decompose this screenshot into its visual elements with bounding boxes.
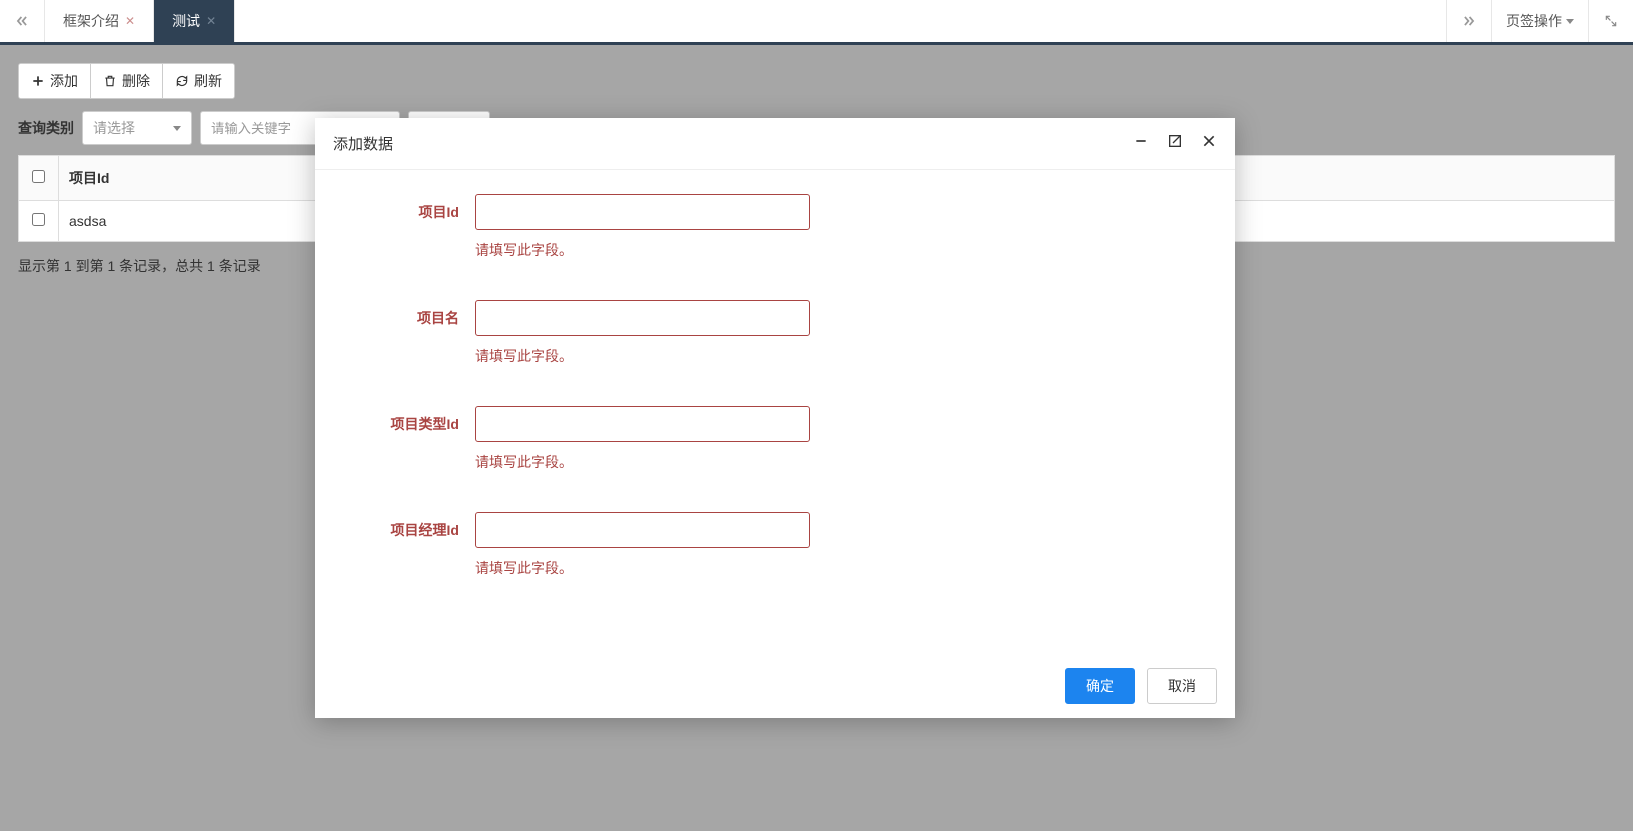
field-label: 项目Id xyxy=(345,194,475,222)
chevron-down-icon xyxy=(173,126,181,131)
form-row: 项目经理Id 请填写此字段。 xyxy=(345,512,1205,578)
fullscreen-toggle[interactable] xyxy=(1588,0,1633,42)
delete-label: 删除 xyxy=(122,71,150,91)
tab-operations-dropdown[interactable]: 页签操作 xyxy=(1491,0,1588,42)
toolbar: 添加 删除 刷新 xyxy=(18,63,235,99)
field-label: 项目类型Id xyxy=(345,406,475,434)
row-checkbox[interactable] xyxy=(32,213,45,226)
form-row: 项目名 请填写此字段。 xyxy=(345,300,1205,366)
add-data-modal: 添加数据 项目Id 请填写此字段。 项目名 请填写此字段。 xyxy=(315,118,1235,718)
expand-icon xyxy=(1604,14,1618,28)
field-error: 请填写此字段。 xyxy=(475,558,810,578)
tab-item[interactable]: 框架介绍 ✕ xyxy=(45,0,154,42)
field-error: 请填写此字段。 xyxy=(475,240,810,260)
field-label: 项目经理Id xyxy=(345,512,475,540)
trash-icon xyxy=(103,74,117,88)
field-label: 项目名 xyxy=(345,300,475,328)
delete-button[interactable]: 删除 xyxy=(91,64,163,98)
modal-title: 添加数据 xyxy=(333,133,393,154)
tab-bar: 框架介绍 ✕ 测试 ✕ 页签操作 xyxy=(0,0,1633,45)
project-name-input[interactable] xyxy=(475,300,810,336)
refresh-icon xyxy=(175,74,189,88)
tab-label: 测试 xyxy=(172,11,200,31)
form-row: 项目Id 请填写此字段。 xyxy=(345,194,1205,260)
add-label: 添加 xyxy=(50,71,78,91)
tabs-scroll-right[interactable] xyxy=(1446,0,1491,42)
tab-item[interactable]: 测试 ✕ xyxy=(154,0,235,42)
select-all-checkbox[interactable] xyxy=(32,170,45,183)
chevrons-left-icon xyxy=(15,14,29,28)
cancel-button[interactable]: 取消 xyxy=(1147,668,1217,704)
close-icon[interactable]: ✕ xyxy=(125,14,135,28)
tabs-list: 框架介绍 ✕ 测试 ✕ xyxy=(45,0,1446,42)
field-error: 请填写此字段。 xyxy=(475,452,810,472)
chevrons-right-icon xyxy=(1462,14,1476,28)
maximize-button[interactable] xyxy=(1167,133,1183,154)
tab-label: 框架介绍 xyxy=(63,11,119,31)
project-id-input[interactable] xyxy=(475,194,810,230)
tabs-scroll-left[interactable] xyxy=(0,0,45,42)
form-row: 项目类型Id 请填写此字段。 xyxy=(345,406,1205,472)
chevron-down-icon xyxy=(1566,19,1574,24)
confirm-label: 确定 xyxy=(1086,676,1114,696)
close-icon[interactable]: ✕ xyxy=(206,14,216,28)
cancel-label: 取消 xyxy=(1168,676,1196,696)
modal-window-controls xyxy=(1133,133,1217,154)
search-category-label: 查询类别 xyxy=(18,118,74,138)
minimize-button[interactable] xyxy=(1133,133,1149,154)
modal-footer: 确定 取消 xyxy=(315,654,1235,718)
row-select-cell xyxy=(19,201,59,242)
category-select[interactable]: 请选择 xyxy=(82,111,192,145)
close-button[interactable] xyxy=(1201,133,1217,154)
confirm-button[interactable]: 确定 xyxy=(1065,668,1135,704)
add-button[interactable]: 添加 xyxy=(19,64,91,98)
select-placeholder: 请选择 xyxy=(93,118,135,138)
select-all-cell xyxy=(19,156,59,201)
field-error: 请填写此字段。 xyxy=(475,346,810,366)
plus-icon xyxy=(31,74,45,88)
refresh-label: 刷新 xyxy=(194,71,222,91)
modal-header: 添加数据 xyxy=(315,118,1235,170)
tab-operations-label: 页签操作 xyxy=(1506,11,1562,31)
modal-body: 项目Id 请填写此字段。 项目名 请填写此字段。 项目类型Id 请填写此字段。 … xyxy=(315,170,1235,654)
project-type-id-input[interactable] xyxy=(475,406,810,442)
refresh-button[interactable]: 刷新 xyxy=(163,64,234,98)
project-manager-id-input[interactable] xyxy=(475,512,810,548)
